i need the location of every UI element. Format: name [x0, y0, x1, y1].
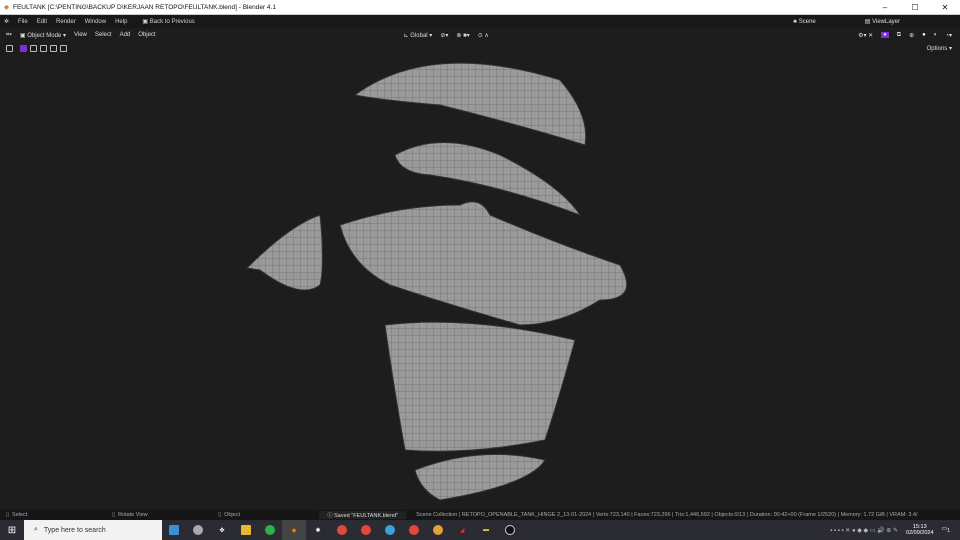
saved-message: ⓘ Saved "FEULTANK.blend" — [319, 511, 407, 519]
fuel-tank-model — [245, 62, 628, 501]
mouse-middle-icon: ▯ — [112, 512, 116, 518]
taskbar-app-msi[interactable]: ◢ — [450, 520, 474, 540]
window-title: FEULTANK [C:\PENTING\BACKUP D\KERJAAN RE… — [13, 3, 276, 11]
viewlayer-label: ViewLayer — [872, 19, 900, 25]
blender-logo-icon: ◆ — [4, 4, 9, 11]
saved-label: Saved "FEULTANK.blend" — [334, 513, 399, 519]
scene-selector[interactable]: ♣ Scene — [793, 19, 816, 25]
overlay-button[interactable]: ● — [881, 32, 889, 38]
taskbar-app-chrome[interactable] — [402, 520, 426, 540]
tool-icon[interactable] — [6, 44, 13, 52]
taskbar-app-whatsapp[interactable] — [258, 520, 282, 540]
shading-render-icon[interactable]: ◔▾ — [945, 32, 952, 39]
taskbar-search[interactable]: ⌕ Type here to search — [24, 520, 162, 540]
taskbar-app-security[interactable] — [186, 520, 210, 540]
minimize-button[interactable]: – — [870, 3, 900, 12]
orientation-dropdown[interactable]: ⊾ Global ▾ — [404, 32, 433, 39]
taskbar-app-chrome[interactable] — [354, 520, 378, 540]
scene-statistics: Scene Collection | RETOPO_OPENABLE_TANK_… — [416, 512, 918, 518]
menu-view[interactable]: View — [74, 32, 87, 38]
blender-menu-icon[interactable]: ✲ — [4, 18, 9, 25]
scene-label: Scene — [798, 18, 816, 25]
tank-bottom-plate — [414, 453, 546, 501]
menu-help[interactable]: Help — [115, 19, 127, 25]
menu-object[interactable]: Object — [138, 32, 155, 38]
select-subtract-icon[interactable] — [40, 44, 47, 52]
mode-dropdown[interactable]: ▣ Object Mode ▾ — [20, 32, 66, 39]
select-invert-icon[interactable] — [50, 44, 57, 52]
taskbar-app-chrome[interactable] — [426, 520, 450, 540]
editor-type-icon[interactable]: ⌗▾ — [6, 32, 12, 39]
tool-row: Options ▾ — [0, 42, 960, 54]
mouse-left-icon: ▯ — [6, 512, 10, 518]
shading-material-icon[interactable]: ◐ — [934, 32, 938, 38]
mode-label: Object Mode — [27, 32, 62, 39]
status-object: Object — [224, 512, 240, 518]
notification-count: 1 — [947, 528, 950, 535]
taskbar-app-obs[interactable] — [498, 520, 522, 540]
options-label: Options — [926, 45, 948, 52]
shading-wire-icon[interactable]: ⊕ — [909, 32, 914, 39]
proportional-edit-icon[interactable]: ⊙ ∧ — [478, 32, 489, 39]
pivot-icon[interactable]: ⊘▾ — [440, 32, 448, 39]
3d-viewport[interactable] — [0, 55, 960, 510]
select-extend-icon[interactable] — [30, 44, 37, 52]
taskbar-app-task-view[interactable] — [162, 520, 186, 540]
notification-center-icon[interactable]: ▭1 — [942, 525, 950, 534]
tank-middle-body — [339, 201, 628, 326]
menu-render[interactable]: Render — [56, 19, 76, 25]
clock[interactable]: 15:13 02/09/2024 — [906, 524, 934, 536]
taskbar-app-blender[interactable]: ◆ — [282, 520, 306, 540]
tank-lower-basin — [384, 321, 576, 452]
options-dropdown[interactable]: Options ▾ — [927, 45, 952, 52]
gizmo-icon[interactable]: ⚙▾ ✕ — [858, 32, 873, 39]
taskbar-app-file-explorer[interactable] — [234, 520, 258, 540]
tank-cap-lower — [394, 142, 582, 217]
taskbar-app-chrome[interactable] — [330, 520, 354, 540]
status-select: Select — [12, 512, 28, 518]
menu-file[interactable]: File — [18, 19, 28, 25]
status-bar: ▯ Select ▯ Rotate View ▯ Object ⓘ Saved … — [0, 510, 960, 520]
taskbar-app-chatgpt[interactable]: ✺ — [306, 520, 330, 540]
select-intersect-icon[interactable] — [60, 44, 67, 52]
search-icon: ⌕ — [34, 526, 38, 533]
status-rotate: Rotate View — [118, 512, 148, 518]
top-menu-bar: ✲ File Edit Render Window Help ▣ Back to… — [0, 15, 960, 28]
taskbar-app-chrome[interactable] — [378, 520, 402, 540]
orientation-label: Global — [410, 32, 428, 39]
snap-icon[interactable]: ⊗ ■▾ — [456, 32, 469, 39]
clock-date: 02/09/2024 — [906, 530, 934, 536]
mouse-right-icon: ▯ — [218, 512, 222, 518]
system-tray-icons[interactable]: ▪ ▪ ▪ ▪ ✕ ● ◆ ◆ ▭ 🔊 ⊕ ✎ — [830, 527, 898, 534]
windows-taskbar: ⊞ ⌕ Type here to search ✤ ◆ ✺ ◢ ▬ ▪ ▪ ▪ … — [0, 520, 960, 540]
search-placeholder: Type here to search — [43, 526, 106, 534]
menu-edit[interactable]: Edit — [37, 19, 47, 25]
viewport-header: ⌗▾ ▣ Object Mode ▾ View Select Add Objec… — [0, 28, 960, 42]
taskbar-app-fan[interactable]: ✤ — [210, 520, 234, 540]
xray-icon[interactable]: ⧉ — [897, 32, 901, 39]
close-button[interactable]: ✕ — [930, 3, 960, 12]
maximize-button[interactable]: ☐ — [900, 3, 930, 12]
tank-left-panel — [245, 214, 323, 291]
start-button[interactable]: ⊞ — [0, 520, 24, 540]
back-label: Back to Previous — [149, 19, 195, 25]
menu-window[interactable]: Window — [85, 19, 106, 25]
title-bar: ◆ FEULTANK [C:\PENTING\BACKUP D\KERJAAN … — [0, 0, 960, 15]
shading-solid-icon[interactable]: ● — [922, 32, 926, 38]
menu-select[interactable]: Select — [95, 32, 112, 38]
taskbar-app[interactable]: ▬ — [474, 520, 498, 540]
viewlayer-selector[interactable]: ▤ ViewLayer — [865, 18, 900, 25]
menu-add[interactable]: Add — [120, 32, 131, 38]
tank-cap-top — [353, 62, 587, 146]
back-to-previous-button[interactable]: ▣ Back to Previous — [142, 18, 194, 25]
select-new-icon[interactable] — [20, 44, 27, 52]
